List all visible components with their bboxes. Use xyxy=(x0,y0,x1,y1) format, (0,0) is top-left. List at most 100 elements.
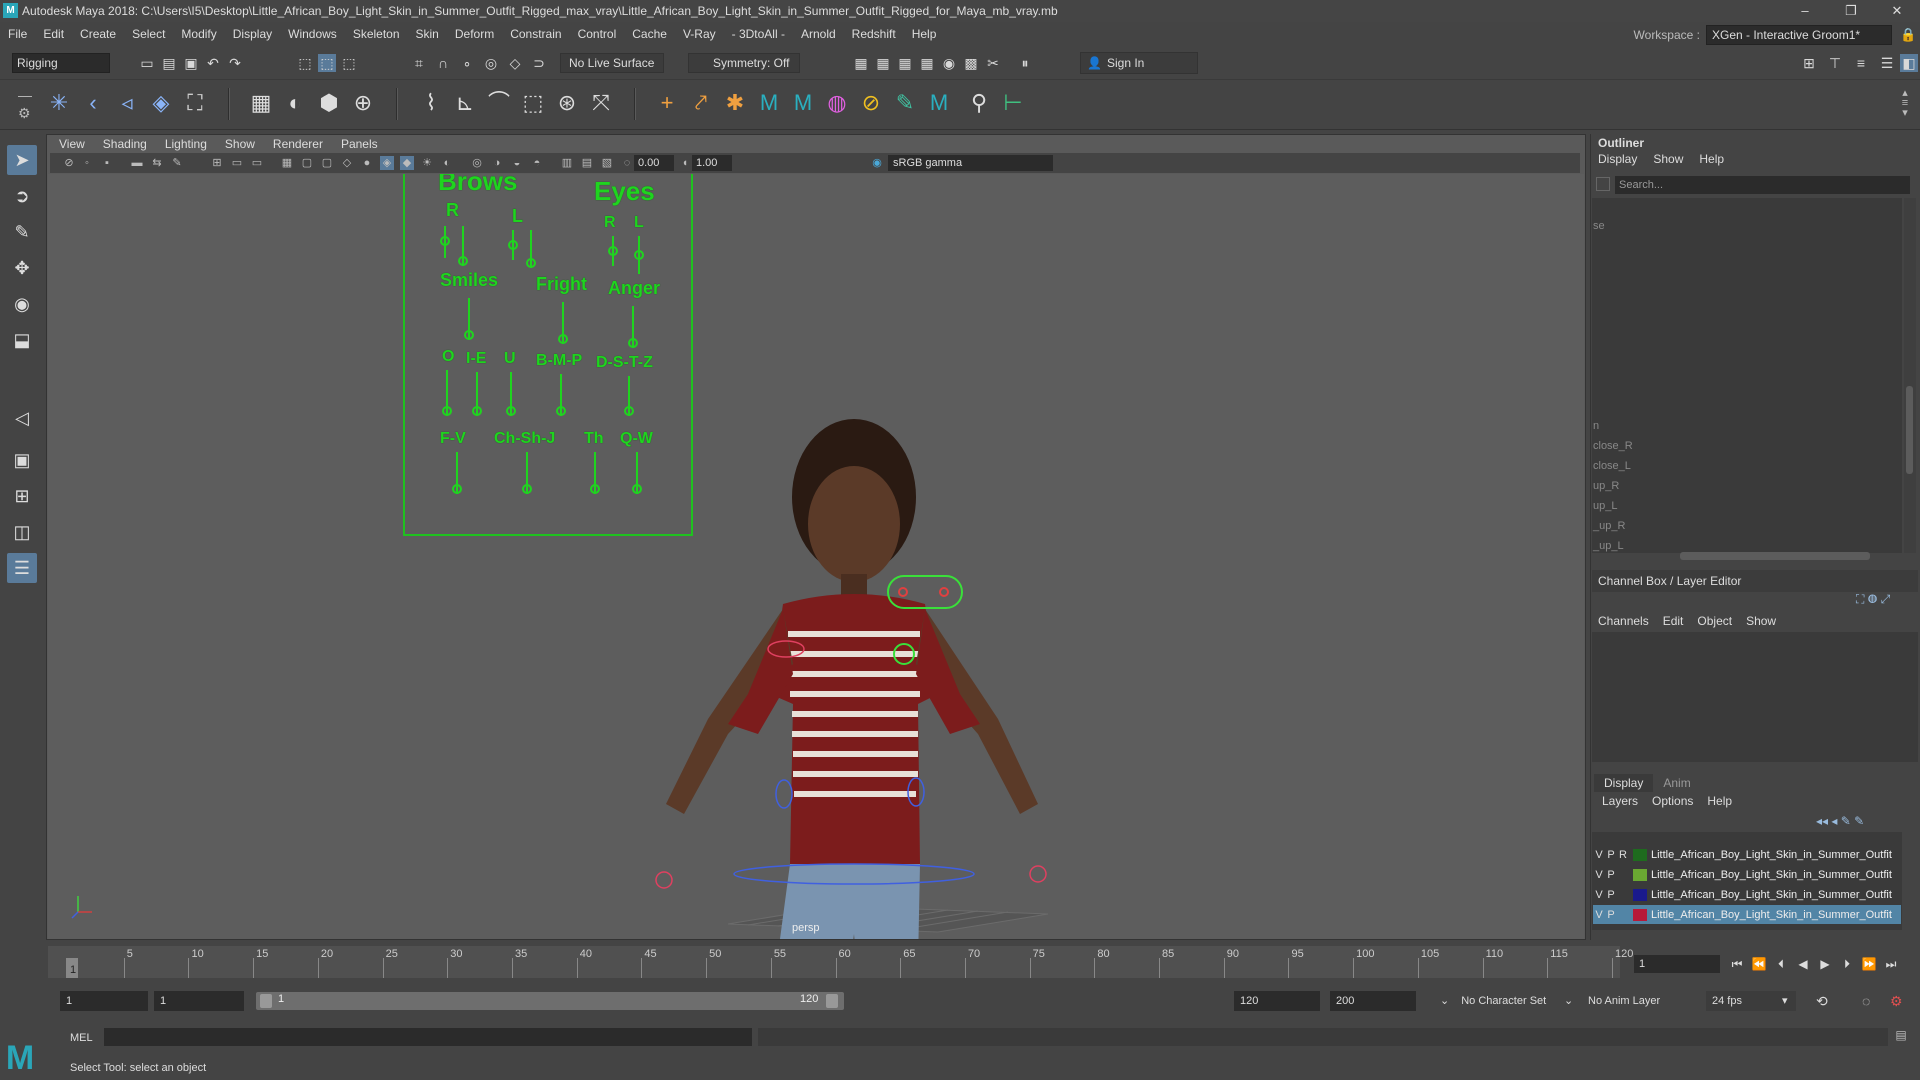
fright-knob[interactable] xyxy=(558,334,568,344)
mel-input[interactable] xyxy=(104,1028,752,1046)
outliner-layout-icon[interactable]: ☰ xyxy=(7,553,37,583)
layer-menu-layers[interactable]: Layers xyxy=(1602,794,1638,808)
layer-name[interactable]: Little_African_Boy_Light_Skin_in_Summer_… xyxy=(1651,889,1901,901)
select-tool-icon[interactable]: ➤ xyxy=(7,145,37,175)
exposure-icon[interactable]: ◌ xyxy=(620,156,634,170)
menu-control[interactable]: Control xyxy=(570,22,625,46)
auto-key-icon[interactable]: ◌ xyxy=(1862,991,1880,1011)
menu-help[interactable]: Help xyxy=(904,22,945,46)
range-end-handle[interactable] xyxy=(826,994,838,1008)
camera-attr-icon[interactable]: ◦ xyxy=(80,156,94,170)
snap-curve-icon[interactable]: ∩ xyxy=(434,54,452,72)
layer-name[interactable]: Little_African_Boy_Light_Skin_in_Summer_… xyxy=(1651,849,1901,861)
channelbox-menu-show[interactable]: Show xyxy=(1746,614,1776,628)
paint-select-tool-icon[interactable]: ✎ xyxy=(7,217,37,247)
outliner-item[interactable]: se xyxy=(1593,220,1605,232)
2d-pan-icon[interactable]: ⇆ xyxy=(150,156,164,170)
menu-select[interactable]: Select xyxy=(124,22,173,46)
wrap-deformer-icon[interactable]: ⤧ xyxy=(586,88,616,118)
nonlinear-icon[interactable]: ⬚ xyxy=(518,88,548,118)
layer-row[interactable]: V P Little_African_Boy_Light_Skin_in_Sum… xyxy=(1593,885,1901,904)
menu-skeleton[interactable]: Skeleton xyxy=(345,22,408,46)
channelbox-attributes[interactable] xyxy=(1592,632,1918,762)
outliner-item[interactable]: close_R xyxy=(1593,440,1633,452)
menu-file[interactable]: File xyxy=(0,22,35,46)
aim-constraint-icon[interactable]: ⤤ xyxy=(686,88,716,118)
toggle-outliner-icon[interactable]: ◧ xyxy=(1900,54,1918,72)
layer-name[interactable]: Little_African_Boy_Light_Skin_in_Summer_… xyxy=(1651,909,1901,921)
snap-grid-icon[interactable]: ⌗ xyxy=(410,54,428,72)
wireframe-icon[interactable]: ◇ xyxy=(340,156,354,170)
vp-menu-view[interactable]: View xyxy=(50,135,94,153)
camera-select-icon[interactable]: ⊘ xyxy=(62,156,76,170)
vp-menu-panels[interactable]: Panels xyxy=(332,135,387,153)
brow-l-outer-knob[interactable] xyxy=(526,258,536,268)
channelbox-menu-edit[interactable]: Edit xyxy=(1663,614,1684,628)
smiles-knob[interactable] xyxy=(464,330,474,340)
resolution-gate-icon[interactable]: ▭ xyxy=(250,156,264,170)
vp-menu-lighting[interactable]: Lighting xyxy=(156,135,216,153)
toggle-modeling-toolkit-icon[interactable]: ⊞ xyxy=(1800,54,1818,72)
undo-icon[interactable]: ↶ xyxy=(204,54,222,72)
eye-l-knob[interactable] xyxy=(634,250,644,260)
toggle-attribute-editor-icon[interactable]: ⊤ xyxy=(1826,54,1844,72)
layer-row-selected[interactable]: V P Little_African_Boy_Light_Skin_in_Sum… xyxy=(1593,905,1901,924)
chevron-down-icon[interactable]: ▾ xyxy=(1782,991,1794,1011)
sculpt-icon[interactable]: ✎ xyxy=(890,88,920,118)
rotate-tool-icon[interactable]: ◉ xyxy=(7,289,37,319)
3d-viewport[interactable]: Brows Eyes R L R L Smiles Fright Anger O… xyxy=(48,174,1584,939)
lasso-tool-icon[interactable]: ➲ xyxy=(7,181,37,211)
animation-start-field[interactable]: 1 xyxy=(60,991,148,1011)
layer-playback[interactable]: P xyxy=(1605,869,1617,881)
play-backward-icon[interactable]: ◀ xyxy=(1794,955,1812,973)
blend-shape-icon[interactable]: ⌇ xyxy=(416,88,446,118)
layer-visibility[interactable]: V xyxy=(1593,869,1605,881)
vp-menu-show[interactable]: Show xyxy=(216,135,264,153)
outliner-search-input[interactable]: Search... xyxy=(1615,176,1910,194)
layer-menu-help[interactable]: Help xyxy=(1707,794,1732,808)
last-tool-icon[interactable]: ◁ xyxy=(7,403,37,433)
scale-constraint-icon[interactable]: M xyxy=(788,88,818,118)
anim-layer-label[interactable]: No Anim Layer xyxy=(1588,991,1684,1011)
step-back-frame-icon[interactable]: ⏴ xyxy=(1772,955,1790,973)
color-space-dropdown[interactable]: sRGB gamma xyxy=(888,155,1053,171)
render-sequence-icon[interactable]: ▩ xyxy=(962,54,980,72)
menu-windows[interactable]: Windows xyxy=(280,22,345,46)
layer-color-swatch[interactable] xyxy=(1633,848,1647,861)
snap-point-icon[interactable]: ∘ xyxy=(458,54,476,72)
menu-create[interactable]: Create xyxy=(72,22,124,46)
go-to-end-icon[interactable]: ⏭ xyxy=(1882,955,1900,973)
snap-surface-icon[interactable]: ◇ xyxy=(506,54,524,72)
brow-r-outer-knob[interactable] xyxy=(458,256,468,266)
outliner-item[interactable]: _up_L xyxy=(1593,540,1624,552)
live-surface-field[interactable]: No Live Surface xyxy=(560,53,664,73)
layer-row[interactable]: V P R Little_African_Boy_Light_Skin_in_S… xyxy=(1593,845,1901,864)
sign-in-button[interactable]: 👤 Sign In xyxy=(1080,52,1198,74)
save-scene-icon[interactable]: ▣ xyxy=(182,54,200,72)
f-v-knob[interactable] xyxy=(452,484,462,494)
render-frame-icon[interactable]: ▦ xyxy=(874,54,892,72)
grid-toggle-icon[interactable]: ⊞ xyxy=(210,156,224,170)
range-start-handle[interactable] xyxy=(260,994,272,1008)
playback-start-field[interactable]: 1 xyxy=(154,991,244,1011)
outliner-scroll-thumb[interactable] xyxy=(1906,386,1913,474)
render-view-icon[interactable]: ▦ xyxy=(852,54,870,72)
cluster-icon[interactable]: ⊕ xyxy=(348,88,378,118)
layer-playback[interactable]: P xyxy=(1605,909,1617,921)
open-scene-icon[interactable]: ▤ xyxy=(160,54,178,72)
time-slider[interactable] xyxy=(48,946,1620,978)
q-w-knob[interactable] xyxy=(632,484,642,494)
gamma-field[interactable]: 1.00 xyxy=(692,155,732,171)
layer-color-swatch[interactable] xyxy=(1633,908,1647,921)
parent-constraint-icon[interactable]: M xyxy=(754,88,784,118)
ik-handle-icon[interactable]: ‹ xyxy=(78,88,108,118)
layer-reference[interactable]: R xyxy=(1617,849,1629,861)
xray-icon[interactable]: ◑ xyxy=(490,156,504,170)
layer-visibility[interactable]: V xyxy=(1593,909,1605,921)
outliner-item[interactable]: n xyxy=(1593,420,1599,432)
script-editor-icon[interactable]: ▤ xyxy=(1892,1028,1910,1046)
step-forward-frame-icon[interactable]: ⏵ xyxy=(1838,955,1856,973)
sculpt-deformer-icon[interactable]: ⊛ xyxy=(552,88,582,118)
playback-end-field[interactable]: 120 xyxy=(1234,991,1320,1011)
color-management-icon[interactable]: ◉ xyxy=(870,156,884,170)
